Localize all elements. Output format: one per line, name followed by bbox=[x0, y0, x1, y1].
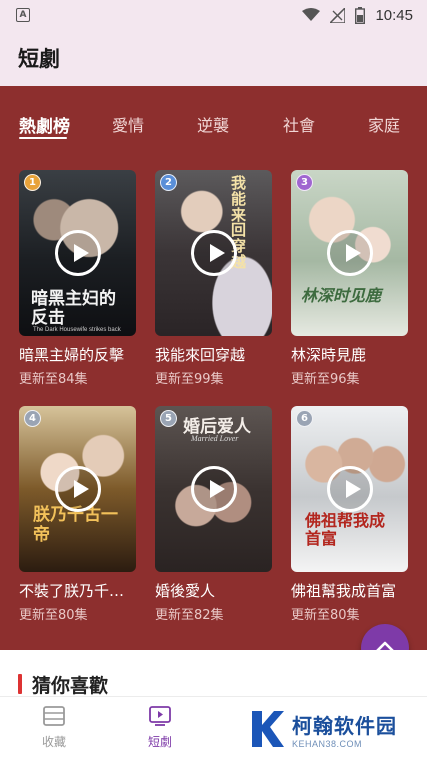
play-icon[interactable] bbox=[191, 230, 237, 276]
drama-card[interactable]: 5 婚后爱人 Married Lover 婚後愛人 更新至82集 bbox=[155, 406, 272, 626]
drama-title: 暗黑主婦的反擊 bbox=[19, 346, 125, 364]
tab-family[interactable]: 家庭 bbox=[368, 112, 400, 136]
drama-poster[interactable]: 4 朕乃千古一帝 bbox=[19, 406, 136, 572]
rank-badge: 4 bbox=[24, 410, 41, 427]
drama-poster[interactable]: 6 佛祖帮我成首富 bbox=[291, 406, 408, 572]
status-time: 10:45 bbox=[375, 6, 413, 24]
drama-episodes: 更新至96集 bbox=[291, 372, 360, 387]
category-tabs: 熱劇榜 愛情 逆襲 社會 家庭 bbox=[0, 86, 427, 140]
page-title: 短劇 bbox=[18, 47, 60, 71]
nav-item-collection[interactable]: 收藏 bbox=[24, 705, 84, 750]
site-watermark: 柯翰软件园 KEHAN38.COM bbox=[248, 704, 418, 754]
tab-comeback[interactable]: 逆襲 bbox=[197, 112, 229, 136]
drama-title: 我能來回穿越 bbox=[155, 346, 246, 364]
drama-card[interactable]: 6 佛祖帮我成首富 佛祖幫我成首富 更新至80集 bbox=[291, 406, 408, 626]
drama-title: 不裝了朕乃千古一帝 bbox=[19, 582, 131, 600]
tab-society[interactable]: 社會 bbox=[283, 112, 315, 136]
nav-label: 短劇 bbox=[147, 735, 172, 749]
collection-icon bbox=[43, 706, 65, 726]
drama-poster[interactable]: 2 我能来回穿越 bbox=[155, 170, 272, 336]
nav-label: 收藏 bbox=[41, 735, 66, 749]
play-icon[interactable] bbox=[55, 230, 101, 276]
status-icons: 10:45 bbox=[302, 6, 413, 24]
drama-episodes: 更新至99集 bbox=[155, 372, 224, 387]
play-icon[interactable] bbox=[55, 466, 101, 512]
drama-title: 婚後愛人 bbox=[155, 582, 216, 600]
play-icon[interactable] bbox=[191, 466, 237, 512]
drama-episodes: 更新至80集 bbox=[291, 608, 360, 623]
drama-card[interactable]: 3 林深时见鹿 林深時見鹿 更新至96集 bbox=[291, 170, 408, 390]
rank-badge: 1 bbox=[24, 174, 41, 191]
short-drama-icon bbox=[149, 706, 171, 726]
battery-icon bbox=[355, 6, 366, 24]
poster-caption: Married Lover bbox=[191, 434, 239, 443]
watermark-logo-icon bbox=[252, 711, 284, 747]
signal-icon bbox=[330, 7, 346, 23]
drama-title: 佛祖幫我成首富 bbox=[291, 582, 397, 600]
drama-card[interactable]: 4 朕乃千古一帝 不裝了朕乃千古一帝 更新至80集 bbox=[19, 406, 136, 626]
rank-badge: 2 bbox=[160, 174, 177, 191]
poster-caption: The Dark Housewife strikes back bbox=[33, 327, 121, 333]
poster-title-text: 林深时见鹿 bbox=[301, 286, 382, 305]
a-icon: A bbox=[16, 8, 30, 22]
drama-episodes: 更新至80集 bbox=[19, 608, 88, 623]
drama-card[interactable]: 1 暗黑主妇的反击 The Dark Housewife strikes bac… bbox=[19, 170, 136, 390]
recommend-section: 猜你喜歡 bbox=[0, 650, 427, 698]
status-bar: A 10:45 bbox=[0, 0, 427, 30]
poster-title-text: 暗黑主妇的反击 bbox=[31, 289, 116, 328]
play-icon[interactable] bbox=[327, 230, 373, 276]
poster-title-text: 佛祖帮我成首富 bbox=[305, 511, 386, 548]
ranking-panel: 熱劇榜 愛情 逆襲 社會 家庭 1 暗黑主妇的反击 The Dark House… bbox=[0, 86, 427, 650]
watermark-url: KEHAN38.COM bbox=[292, 738, 363, 749]
drama-poster[interactable]: 3 林深时见鹿 bbox=[291, 170, 408, 336]
rank-badge: 3 bbox=[296, 174, 313, 191]
section-title: 猜你喜歡 bbox=[32, 675, 109, 697]
app-header: 短劇 bbox=[0, 30, 427, 86]
rank-badge: 6 bbox=[296, 410, 313, 427]
wifi-icon bbox=[302, 8, 321, 21]
drama-title: 林深時見鹿 bbox=[291, 346, 367, 364]
tab-romance[interactable]: 愛情 bbox=[112, 112, 144, 136]
drama-episodes: 更新至82集 bbox=[155, 608, 224, 623]
drama-poster[interactable]: 5 婚后爱人 Married Lover bbox=[155, 406, 272, 572]
drama-poster[interactable]: 1 暗黑主妇的反击 The Dark Housewife strikes bac… bbox=[19, 170, 136, 336]
play-icon[interactable] bbox=[327, 466, 373, 512]
rank-badge: 5 bbox=[160, 410, 177, 427]
drama-card[interactable]: 2 我能来回穿越 我能來回穿越 更新至99集 bbox=[155, 170, 272, 390]
drama-episodes: 更新至84集 bbox=[19, 372, 88, 387]
watermark-text: 柯翰软件园 bbox=[292, 713, 397, 738]
active-tab-indicator bbox=[19, 137, 67, 139]
section-accent-bar bbox=[18, 674, 22, 694]
nav-item-short-drama[interactable]: 短劇 bbox=[130, 705, 190, 750]
tab-hot-ranking[interactable]: 熱劇榜 bbox=[19, 112, 70, 137]
